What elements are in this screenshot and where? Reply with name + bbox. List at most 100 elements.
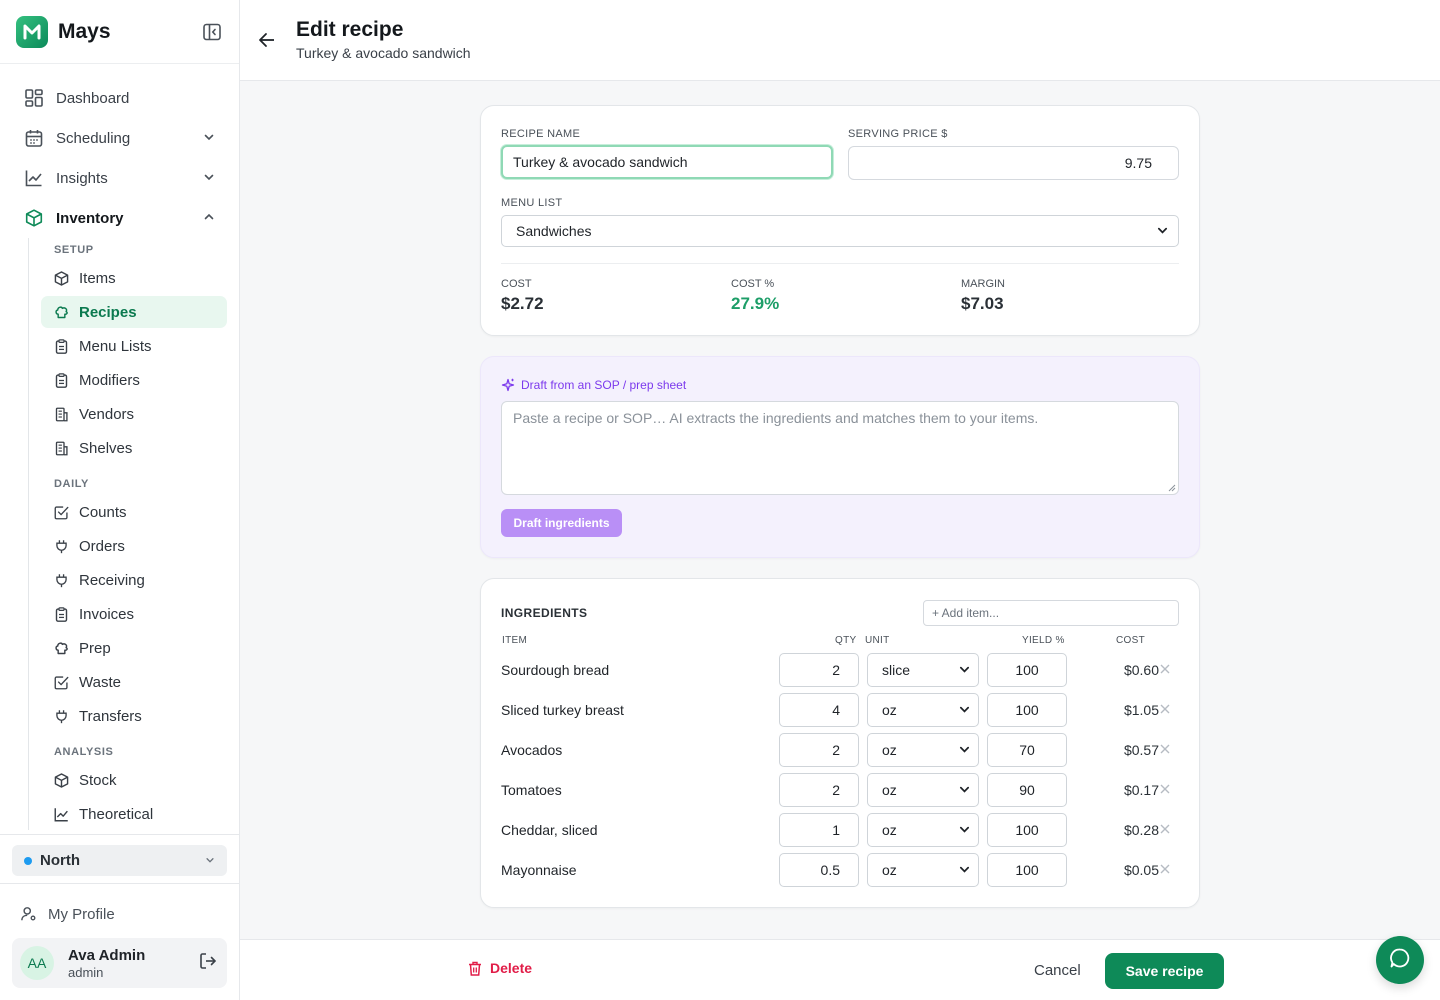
add-item-input[interactable]: + Add item... [923, 600, 1179, 626]
serving-price-label: SERVING PRICE $ [848, 128, 948, 140]
section-label-daily: DAILY [54, 478, 89, 490]
qty-input[interactable]: 2 [779, 733, 859, 767]
yield-input[interactable]: 70 [987, 733, 1067, 767]
remove-ingredient-icon[interactable] [1157, 781, 1173, 797]
menu-list-select[interactable]: Sandwiches [501, 215, 1179, 247]
unit-select[interactable]: oz [867, 733, 979, 767]
sidebar-item-dashboard[interactable]: Dashboard [12, 78, 227, 118]
draft-sop-card: Draft from an SOP / prep sheet Paste a r… [480, 356, 1200, 558]
sidebar-item-recipes[interactable]: Recipes [41, 296, 227, 328]
sidebar-item-invoices[interactable]: Invoices [41, 598, 227, 630]
chat-button[interactable] [1376, 936, 1424, 984]
plug-icon [53, 538, 69, 554]
sidebar: Mays Dashboard Scheduling Insights Inven… [0, 0, 240, 1000]
remove-ingredient-icon[interactable] [1157, 821, 1173, 837]
yield-input[interactable]: 100 [987, 693, 1067, 727]
remove-ingredient-icon[interactable] [1157, 861, 1173, 877]
box-icon [24, 208, 44, 228]
sidebar-item-modifiers[interactable]: Modifiers [41, 364, 227, 396]
sidebar-item-inventory[interactable]: Inventory [12, 198, 227, 238]
draft-ingredients-button[interactable]: Draft ingredients [501, 509, 622, 537]
sidebar-item-label: Prep [79, 639, 111, 657]
sidebar-item-items[interactable]: Items [41, 262, 227, 294]
sidebar-item-waste[interactable]: Waste [41, 666, 227, 698]
remove-ingredient-icon[interactable] [1157, 741, 1173, 757]
chevron-down-icon [959, 822, 970, 838]
margin-value: $7.03 [961, 294, 1004, 313]
qty-input[interactable]: 2 [779, 653, 859, 687]
qty-input[interactable]: 0.5 [779, 853, 859, 887]
ingredients-title: INGREDIENTS [501, 606, 588, 620]
chevron-up-icon [203, 210, 215, 227]
unit-select[interactable]: oz [867, 813, 979, 847]
unit-select[interactable]: oz [867, 853, 979, 887]
sidebar-item-label: Dashboard [56, 89, 130, 107]
ingredient-row: Cheddar, sliced 1 oz 100 $0.28 [481, 810, 1201, 850]
yield-input[interactable]: 100 [987, 853, 1067, 887]
chevron-down-icon [203, 130, 215, 147]
chart-line-icon [53, 806, 69, 822]
unit-select[interactable]: slice [867, 653, 979, 687]
back-arrow-icon[interactable] [256, 29, 278, 51]
qty-input[interactable]: 4 [779, 693, 859, 727]
ingredient-name: Tomatoes [501, 782, 562, 798]
menu-list-value: Sandwiches [516, 223, 592, 239]
my-profile-label: My Profile [48, 905, 115, 923]
recipe-name-input[interactable]: Turkey & avocado sandwich [501, 145, 833, 179]
qty-input[interactable]: 1 [779, 813, 859, 847]
location-select[interactable]: North [12, 845, 227, 876]
unit-select[interactable]: oz [867, 693, 979, 727]
section-label-setup: SETUP [54, 244, 94, 256]
sidebar-item-prep[interactable]: Prep [41, 632, 227, 664]
sidebar-item-scheduling[interactable]: Scheduling [12, 118, 227, 158]
ingredient-name: Avocados [501, 742, 563, 758]
my-profile-link[interactable]: My Profile [12, 896, 227, 932]
qty-input[interactable]: 2 [779, 773, 859, 807]
qty-value: 2 [832, 662, 840, 678]
yield-input[interactable]: 100 [987, 813, 1067, 847]
chevron-down-icon [959, 782, 970, 798]
sidebar-item-receiving[interactable]: Receiving [41, 564, 227, 596]
sop-textarea[interactable]: Paste a recipe or SOP… AI extracts the i… [501, 401, 1179, 495]
unit-select[interactable]: oz [867, 773, 979, 807]
sidebar-item-orders[interactable]: Orders [41, 530, 227, 562]
remove-ingredient-icon[interactable] [1157, 661, 1173, 677]
qty-value: 0.5 [820, 862, 840, 878]
logout-icon[interactable] [199, 952, 217, 975]
sidebar-item-theoretical[interactable]: Theoretical [41, 798, 227, 830]
unit-value: oz [882, 862, 897, 878]
clipboard-icon [53, 338, 69, 354]
logo-icon [16, 15, 48, 48]
sidebar-item-stock[interactable]: Stock [41, 764, 227, 796]
sidebar-item-insights[interactable]: Insights [12, 158, 227, 198]
serving-price-input[interactable]: 9.75 [848, 146, 1179, 180]
sidebar-item-vendors[interactable]: Vendors [41, 398, 227, 430]
location-area: North [0, 834, 239, 884]
plug-icon [53, 708, 69, 724]
column-header-unit: UNIT [865, 635, 890, 646]
resize-handle-icon[interactable] [1168, 484, 1176, 492]
sidebar-item-label: Vendors [79, 405, 135, 423]
yield-input[interactable]: 90 [987, 773, 1067, 807]
collapse-sidebar-icon[interactable] [201, 21, 223, 43]
chart-line-icon [24, 168, 44, 188]
unit-value: oz [882, 782, 897, 798]
ingredient-name: Mayonnaise [501, 862, 577, 878]
cancel-button[interactable]: Cancel [1034, 962, 1081, 979]
sidebar-item-menu-lists[interactable]: Menu Lists [41, 330, 227, 362]
sidebar-item-shelves[interactable]: Shelves [41, 432, 227, 464]
delete-button[interactable]: Delete [468, 960, 532, 976]
save-recipe-button[interactable]: Save recipe [1105, 953, 1224, 989]
cost-value: $2.72 [501, 294, 544, 313]
draft-title: Draft from an SOP / prep sheet [501, 378, 686, 392]
sidebar-item-label: Modifiers [79, 371, 140, 389]
yield-input[interactable]: 100 [987, 653, 1067, 687]
sop-textarea-placeholder: Paste a recipe or SOP… AI extracts the i… [513, 410, 1039, 426]
remove-ingredient-icon[interactable] [1157, 701, 1173, 717]
sidebar-item-counts[interactable]: Counts [41, 496, 227, 528]
column-header-yield: YIELD % [1022, 635, 1065, 646]
ingredient-cost: $0.17 [1123, 782, 1159, 798]
ingredient-row: Mayonnaise 0.5 oz 100 $0.05 [481, 850, 1201, 890]
sidebar-item-transfers[interactable]: Transfers [41, 700, 227, 732]
sidebar-item-label: Waste [79, 673, 121, 691]
